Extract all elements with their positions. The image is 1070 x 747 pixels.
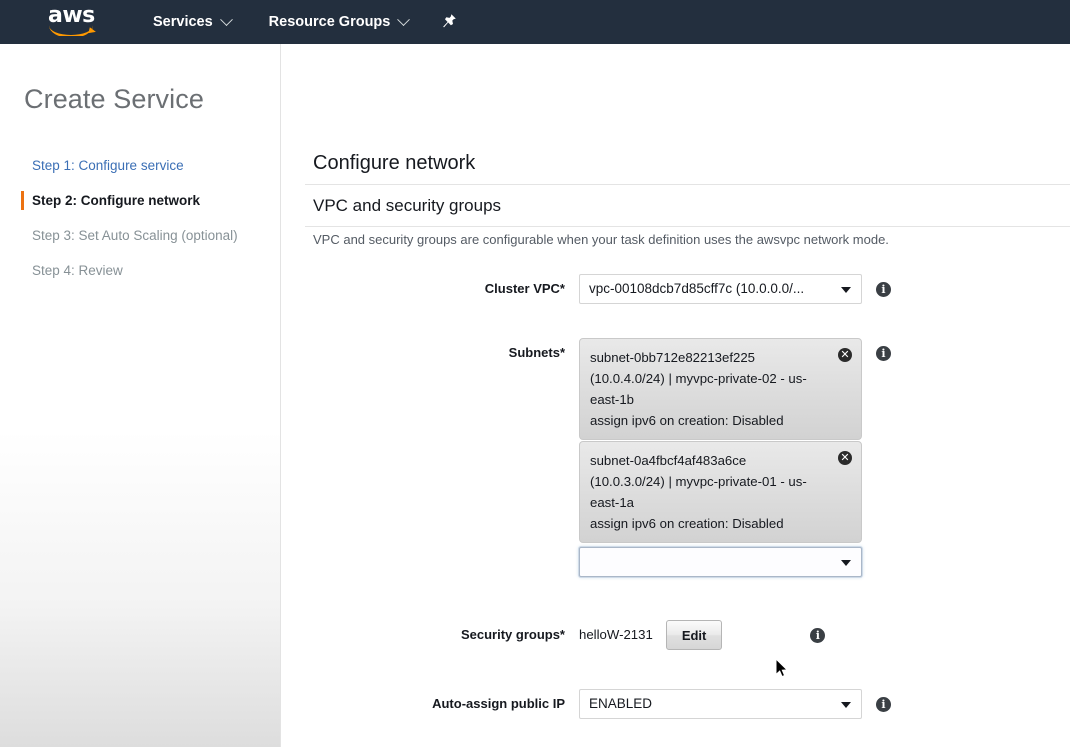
wizard-step-list: Step 1: Configure service Step 2: Config…: [21, 148, 274, 288]
cluster-vpc-info-icon[interactable]: i: [876, 282, 891, 297]
subnet-token-line-3: assign ipv6 on creation: Disabled: [590, 413, 784, 428]
sidebar-item-step-3[interactable]: Step 3: Set Auto Scaling (optional): [24, 218, 274, 253]
sidebar-item-step-1[interactable]: Step 1: Configure service: [24, 148, 274, 183]
cluster-vpc-label: Cluster VPC*: [484, 281, 565, 296]
top-navigation-bar: aws Services Resource Groups: [0, 0, 1070, 44]
form-row-cluster-vpc: Cluster VPC* vpc-00108dcb7d85cff7c (10.0…: [282, 274, 891, 304]
nav-resource-groups-label: Resource Groups: [268, 14, 391, 30]
form-row-security-groups: Security groups* helloW-2131 Edit i: [282, 620, 826, 650]
cluster-vpc-field-wrap: vpc-00108dcb7d85cff7c (10.0.0.0/...: [579, 274, 862, 304]
auto-assign-public-ip-info-icon[interactable]: i: [876, 697, 891, 712]
form-row-subnets: Subnets* subnet-0bb712e82213ef225 (10.0.…: [282, 338, 891, 577]
auto-assign-public-ip-field-wrap: ENABLED: [579, 689, 862, 719]
pushpin-icon[interactable]: [441, 13, 457, 31]
subsection-title: VPC and security groups: [313, 196, 502, 215]
section-description: VPC and security groups are configurable…: [313, 232, 889, 247]
aws-logo[interactable]: aws: [48, 3, 100, 38]
remove-subnet-icon[interactable]: ✕: [838, 348, 852, 362]
auto-assign-public-ip-label: Auto-assign public IP: [432, 696, 565, 711]
chevron-down-icon: [219, 12, 233, 26]
auto-assign-public-ip-selected-value: ENABLED: [589, 696, 653, 711]
subnets-field-wrap: subnet-0bb712e82213ef225 (10.0.4.0/24) |…: [579, 338, 862, 577]
wizard-sidebar: Step 1: Configure service Step 2: Config…: [0, 44, 281, 747]
subnet-token-list: subnet-0bb712e82213ef225 (10.0.4.0/24) |…: [579, 338, 862, 577]
subnets-info-icon[interactable]: i: [876, 346, 891, 361]
subnet-token-line-2: (10.0.3.0/24) | myvpc-private-01 - us-ea…: [590, 474, 807, 510]
sidebar-item-label: Step 4: Review: [32, 263, 123, 278]
aws-logo-text: aws: [48, 3, 95, 28]
sidebar-item-label: Step 1: Configure service: [32, 158, 184, 173]
aws-logo-smile: [49, 25, 97, 36]
subnet-token: subnet-0bb712e82213ef225 (10.0.4.0/24) |…: [579, 338, 862, 440]
form-row-auto-assign-public-ip: Auto-assign public IP ENABLED i: [282, 689, 891, 719]
auto-assign-public-ip-select[interactable]: ENABLED: [579, 689, 862, 719]
nav-services-label: Services: [153, 14, 213, 30]
chevron-down-icon: [397, 12, 411, 26]
chevron-down-icon: [841, 287, 851, 293]
divider: [305, 226, 1070, 227]
sidebar-item-label: Step 2: Configure network: [32, 193, 201, 208]
chevron-down-icon: [841, 702, 851, 708]
remove-subnet-icon[interactable]: ✕: [838, 451, 852, 465]
subnet-token-line-1: subnet-0a4fbcf4af483a6ce: [590, 453, 747, 468]
edit-security-groups-button[interactable]: Edit: [665, 620, 723, 650]
divider: [305, 184, 1070, 185]
cluster-vpc-selected-value: vpc-00108dcb7d85cff7c (10.0.0.0/...: [589, 281, 805, 296]
subnet-token-line-3: assign ipv6 on creation: Disabled: [590, 516, 784, 531]
subnet-token-line-1: subnet-0bb712e82213ef225: [590, 350, 755, 365]
security-groups-info-icon[interactable]: i: [810, 627, 826, 643]
nav-resource-groups[interactable]: Resource Groups: [268, 0, 411, 44]
page-title: Create Service: [24, 84, 204, 114]
cluster-vpc-select[interactable]: vpc-00108dcb7d85cff7c (10.0.0.0/...: [579, 274, 862, 304]
sidebar-item-label: Step 3: Set Auto Scaling (optional): [32, 228, 238, 243]
sidebar-item-step-2[interactable]: Step 2: Configure network: [21, 183, 274, 218]
sidebar-item-step-4[interactable]: Step 4: Review: [24, 253, 274, 288]
section-title: Configure network: [313, 152, 476, 174]
nav-services[interactable]: Services: [153, 0, 233, 44]
subnet-token-line-2: (10.0.4.0/24) | myvpc-private-02 - us-ea…: [590, 371, 807, 407]
security-groups-value: helloW-2131: [579, 627, 653, 642]
security-groups-label: Security groups*: [460, 627, 565, 642]
subnets-label: Subnets*: [508, 345, 565, 360]
subnet-token: subnet-0a4fbcf4af483a6ce (10.0.3.0/24) |…: [579, 441, 862, 543]
chevron-down-icon: [841, 560, 851, 566]
add-subnet-select[interactable]: [579, 547, 862, 577]
main-content: Configure network VPC and security group…: [282, 44, 1070, 747]
